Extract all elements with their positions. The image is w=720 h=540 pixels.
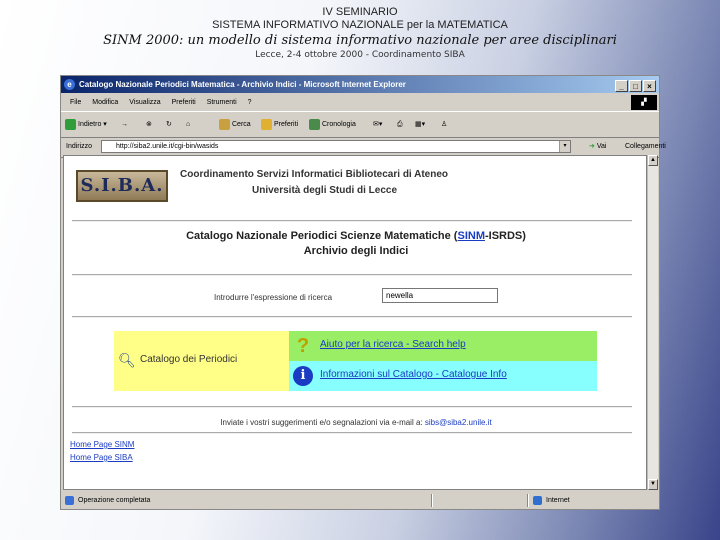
menu-view[interactable]: Visualizza [129, 99, 160, 106]
security-zone: Internet [533, 492, 570, 509]
search-input[interactable]: newella [382, 288, 498, 303]
seminar-title: IV SEMINARIO [322, 6, 398, 18]
standard-toolbar: Indietro ▾ → ⊗ ↻ ⌂ Cerca Preferiti Crono… [61, 111, 659, 138]
catalog-title: Catalogo Nazionale Periodici Scienze Mat… [186, 230, 526, 242]
menu-edit[interactable]: Modifica [92, 99, 118, 106]
sinm-link[interactable]: SINM [457, 230, 485, 242]
go-button[interactable]: ➜ Vai [589, 137, 606, 157]
url-text: http://siba2.unile.it/cgi-bin/wasids [116, 143, 219, 150]
window-controls: _ □ × [614, 78, 656, 95]
divider [72, 316, 632, 318]
university-heading: Università degli Studi di Lecce [252, 185, 398, 196]
search-help-link[interactable]: Aiuto per la ricerca - Search help [320, 339, 466, 350]
siba-logo[interactable]: S.I.B.A. [76, 170, 168, 202]
windows-logo-icon: ▞ [631, 95, 657, 110]
status-separator [527, 494, 529, 507]
status-text: Operazione completata [78, 497, 151, 504]
divider [72, 220, 632, 222]
refresh-button[interactable]: ↻ [166, 118, 172, 131]
menu-file[interactable]: File [70, 99, 81, 106]
slide-subtitle: Lecce, 2-4 ottobre 2000 - Coordinamento … [255, 50, 465, 60]
forward-button[interactable]: → [121, 118, 128, 131]
address-input[interactable]: http://siba2.unile.it/cgi-bin/wasids ▾ [101, 140, 571, 153]
maximize-button[interactable]: □ [629, 80, 642, 92]
search-icon [219, 118, 230, 130]
history-icon [309, 118, 320, 130]
search-button[interactable]: Cerca [219, 118, 251, 131]
close-button[interactable]: × [643, 80, 656, 92]
menu-help[interactable]: ? [248, 99, 252, 106]
print-icon[interactable]: ⎙ [397, 118, 403, 131]
divider [72, 406, 632, 408]
help-box: ? Aiuto per la ricerca - Search help [289, 331, 597, 361]
menu-tools[interactable]: Strumenti [207, 99, 237, 106]
divider [72, 274, 632, 276]
back-arrow-icon [65, 118, 76, 130]
menu-bar: File Modifica Visualizza Preferiti Strum… [61, 95, 659, 110]
window-title: Catalogo Nazionale Periodici Matematica … [79, 80, 406, 89]
scroll-down-icon[interactable]: ▼ [648, 479, 658, 490]
back-button[interactable]: Indietro ▾ [65, 118, 107, 131]
status-bar: Operazione completata Internet [61, 492, 659, 509]
catalog-label: Catalogo dei Periodici [140, 354, 238, 365]
internet-explorer-icon: e [64, 79, 75, 90]
globe-icon [533, 495, 542, 505]
info-icon: i [293, 366, 313, 386]
mail-icon[interactable]: ✉▾ [373, 118, 382, 131]
email-link[interactable]: sibs@siba2.unile.it [425, 418, 492, 427]
star-icon [261, 118, 272, 130]
go-arrow-icon: ➜ [589, 143, 595, 150]
address-dropdown-icon[interactable]: ▾ [559, 141, 570, 152]
window-titlebar[interactable]: e Catalogo Nazionale Periodici Matematica… [61, 76, 659, 93]
slide-header: IV SEMINARIO SISTEMA INFORMATIVO NAZIONA… [0, 6, 720, 61]
info-box: i Informazioni sul Catalogo - Catalogue … [289, 361, 597, 391]
catalog-box[interactable]: 🔍︎ Catalogo dei Periodici [114, 331, 289, 391]
home-page-siba-link[interactable]: Home Page SIBA [70, 453, 133, 462]
stop-button[interactable]: ⊗ [146, 118, 152, 131]
favorites-button[interactable]: Preferiti [261, 118, 298, 131]
vertical-scrollbar[interactable]: ▲ ▼ [647, 155, 658, 490]
magnifier-icon: 🔍︎ [118, 352, 136, 368]
minimize-button[interactable]: _ [615, 80, 628, 92]
catalogue-info-link[interactable]: Informazioni sul Catalogo - Catalogue In… [320, 369, 507, 380]
system-title: SISTEMA INFORMATIVO NAZIONALE per la MAT… [212, 19, 508, 31]
search-label: Introdurre l'espressione di ricerca [214, 293, 333, 302]
address-label: Indirizzo [66, 143, 93, 150]
page-content: S.I.B.A. Coordinamento Servizi Informati… [63, 155, 647, 490]
feedback-message: Inviate i vostri suggerimenti e/o segnal… [220, 418, 492, 427]
messenger-icon[interactable]: ♙ [441, 118, 447, 131]
status-separator [431, 494, 433, 507]
question-mark-icon: ? [296, 335, 310, 357]
coordination-heading: Coordinamento Servizi Informatici Biblio… [180, 169, 449, 180]
catalog-subtitle: Archivio degli Indici [303, 245, 409, 257]
edit-page-icon[interactable]: ▦▾ [415, 118, 425, 131]
slide-title: SINM 2000: un modello di sistema informa… [103, 33, 617, 48]
home-button[interactable]: ⌂ [186, 118, 190, 131]
history-button[interactable]: Cronologia [309, 118, 356, 131]
scroll-up-icon[interactable]: ▲ [648, 155, 658, 166]
home-page-sinm-link[interactable]: Home Page SINM [70, 440, 134, 449]
menu-favorites[interactable]: Preferiti [172, 99, 196, 106]
browser-window: e Catalogo Nazionale Periodici Matematica… [60, 75, 666, 510]
page-loaded-icon [65, 495, 74, 505]
divider [72, 432, 632, 434]
